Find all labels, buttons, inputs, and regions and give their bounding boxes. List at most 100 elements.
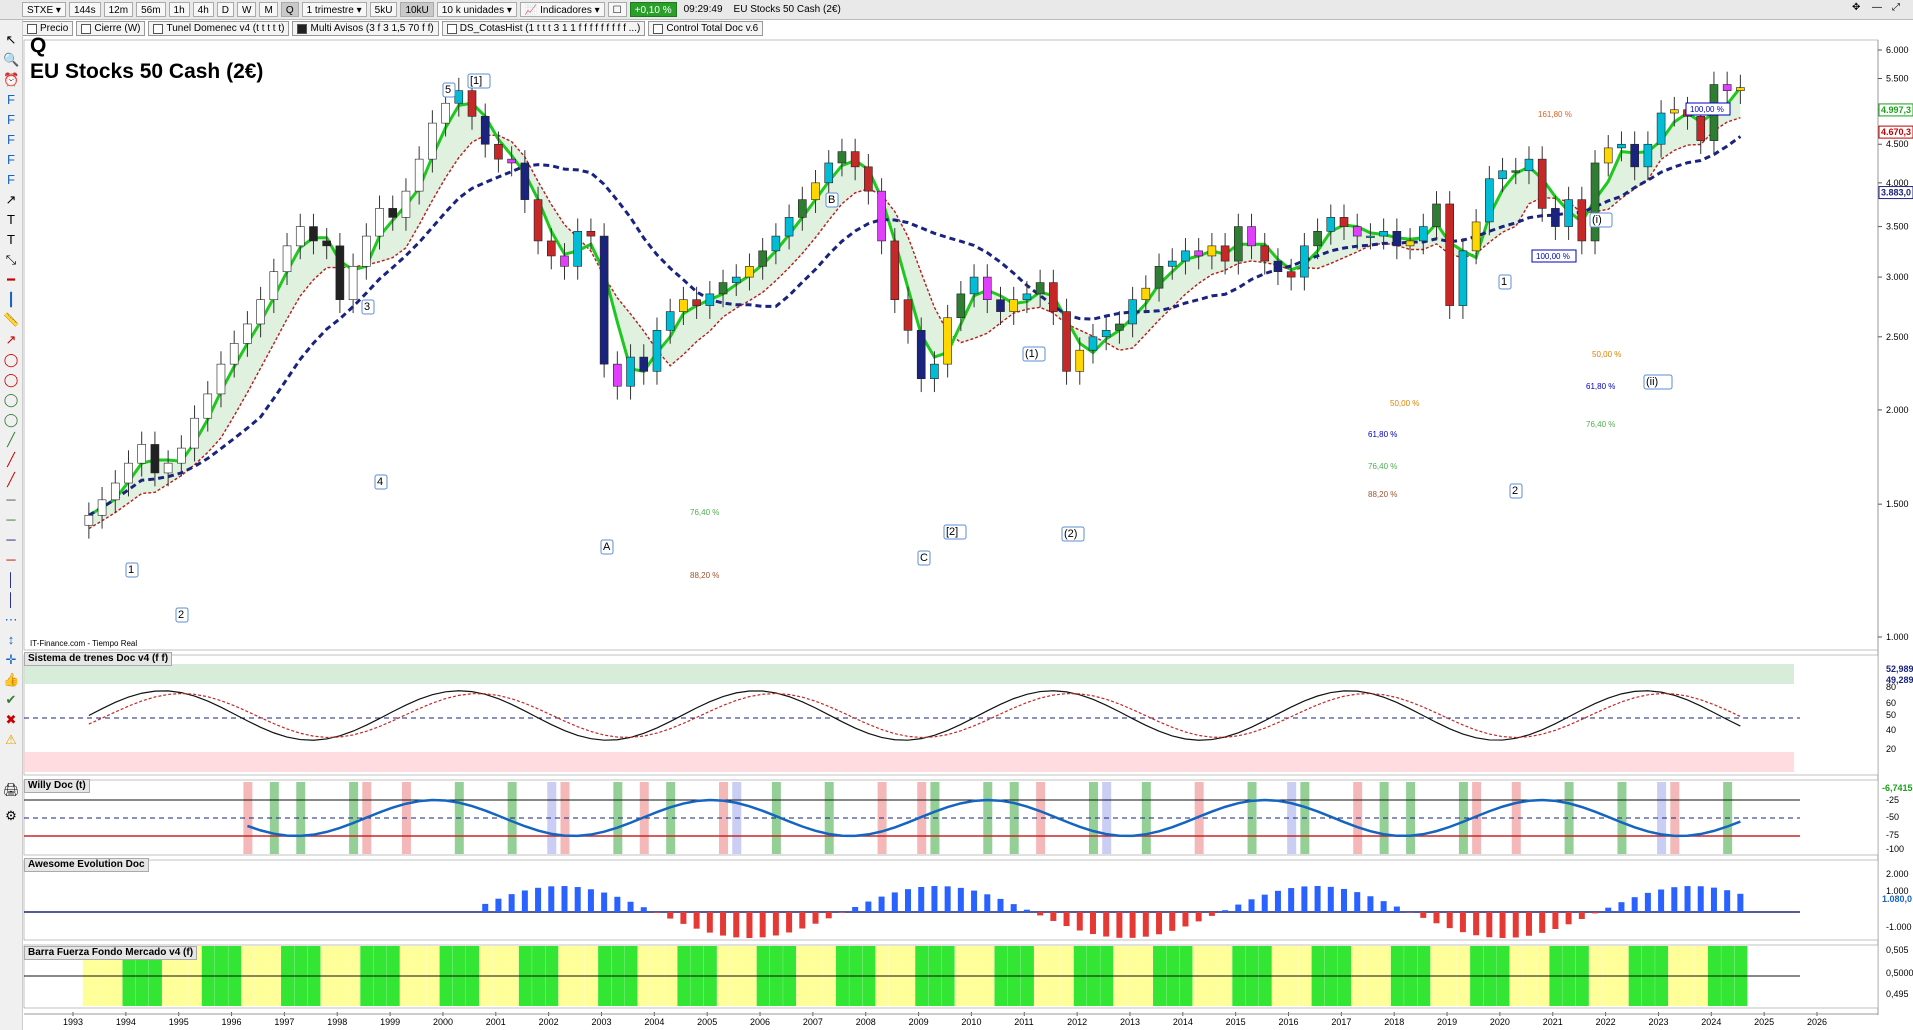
year-label: 1996 xyxy=(222,1017,242,1027)
year-label: 1995 xyxy=(169,1017,189,1027)
wave-label: (i) xyxy=(1592,214,1602,226)
text-box-icon[interactable]: T xyxy=(3,232,19,248)
cross-icon[interactable]: ✛ xyxy=(3,652,19,668)
barra-axis-label: 0,505 xyxy=(1886,945,1909,955)
print-icon[interactable]: 🖨 xyxy=(3,782,20,798)
thumb-up-icon[interactable]: 👍 xyxy=(3,672,19,688)
ellipse-green2-icon[interactable]: ◯ xyxy=(3,412,19,428)
minimize-icon[interactable]: — xyxy=(1872,2,1882,13)
line-icon[interactable]: ↗ xyxy=(3,192,19,208)
indicator-toggle[interactable]: Control Total Doc v.6 xyxy=(648,21,764,36)
fibonacci-ext-icon[interactable]: F xyxy=(3,172,19,188)
timeframe-56m[interactable]: 56m xyxy=(136,2,166,17)
indicators-button[interactable]: 📈 Indicadores ▾ xyxy=(519,2,605,17)
fibonacci-arc-icon[interactable]: F xyxy=(3,152,19,168)
units-10ku-button[interactable]: 10kU xyxy=(400,2,434,17)
pane-title-awesome[interactable]: Awesome Evolution Doc xyxy=(24,858,149,872)
timeframe-q[interactable]: Q xyxy=(280,2,299,17)
vline-blue-icon[interactable]: │ xyxy=(3,572,19,588)
ticker-select[interactable]: STXE ▾ xyxy=(22,2,66,17)
willy-axis-label: -75 xyxy=(1886,830,1899,840)
timeframe-1h[interactable]: 1h xyxy=(168,2,190,17)
pane-title-barra[interactable]: Barra Fuerza Fondo Mercado v4 (f) xyxy=(24,946,198,960)
candle-body xyxy=(877,190,886,242)
trend-up-icon[interactable]: ↗ xyxy=(3,332,19,348)
instrument-label: EU Stocks 50 Cash (2€) xyxy=(733,4,841,15)
awesome-bar xyxy=(1644,892,1651,912)
fibonacci-icon[interactable]: F xyxy=(3,92,19,108)
timeframe-144s[interactable]: 144s xyxy=(68,2,101,17)
willy-axis-label: -100 xyxy=(1886,844,1904,854)
close-icon[interactable]: ⤢ xyxy=(1892,2,1900,13)
cursor-icon[interactable]: ↖ xyxy=(3,32,19,48)
year-label: 2010 xyxy=(961,1017,981,1027)
vertical-line-icon[interactable]: ┃ xyxy=(3,292,19,308)
horizontal-line-icon[interactable]: ━ xyxy=(3,272,19,288)
period-select[interactable]: 1 trimestre ▾ xyxy=(301,2,367,17)
units-5ku-button[interactable]: 5kU xyxy=(369,2,398,17)
line-green-icon[interactable]: ╱ xyxy=(3,432,19,448)
year-label: 2000 xyxy=(433,1017,453,1027)
wave-label: 2 xyxy=(178,609,184,621)
hline-red-icon[interactable]: ─ xyxy=(3,552,19,568)
ellipse-green-icon[interactable]: ◯ xyxy=(3,392,19,408)
fibonacci-fan-icon[interactable]: F xyxy=(3,132,19,148)
candle-body xyxy=(362,235,371,267)
indicator-label: Multi Avisos (3 f 3 1,5 70 f f) xyxy=(310,23,434,34)
timeframe-w[interactable]: W xyxy=(237,2,257,17)
zoom-icon[interactable]: 🔍 xyxy=(3,52,19,68)
delete-icon[interactable]: ✖ xyxy=(3,712,19,728)
timeframe-d[interactable]: D xyxy=(216,2,235,17)
candle-body xyxy=(850,151,860,168)
ruler-icon[interactable]: 📏 xyxy=(3,312,19,328)
awesome-bar xyxy=(997,898,1004,912)
vline-blue2-icon[interactable]: │ xyxy=(3,592,19,608)
price-chart[interactable]: 200,00 %161,80 %100,00 %100,00 %76,40 %8… xyxy=(22,37,1913,1030)
check-icon[interactable]: ✔ xyxy=(3,692,19,708)
arrow-icon[interactable]: ↕ xyxy=(3,632,19,648)
pane-title-willy[interactable]: Willy Doc (t) xyxy=(24,779,90,793)
alarm-icon[interactable]: ⏰ xyxy=(3,72,19,88)
units-select[interactable]: 10 k unidades ▾ xyxy=(436,2,517,17)
indicator-checkbox[interactable] xyxy=(446,23,457,34)
period-icon[interactable]: ⋯ xyxy=(3,612,19,628)
fibonacci-time-icon[interactable]: F xyxy=(3,112,19,128)
pane-title-trenes[interactable]: Sistema de trenes Doc v4 (f f) xyxy=(24,652,173,666)
sub-panes xyxy=(23,654,1879,1009)
awesome-bar xyxy=(1288,888,1295,912)
indicator-checkbox[interactable] xyxy=(27,23,37,34)
candle-body xyxy=(1590,162,1600,242)
line-red2-icon[interactable]: ╱ xyxy=(3,472,19,488)
year-label: 2003 xyxy=(591,1017,611,1027)
indicator-checkbox[interactable] xyxy=(297,23,308,34)
indicator-checkbox[interactable] xyxy=(653,23,664,34)
year-label: 2013 xyxy=(1120,1017,1140,1027)
candle-body xyxy=(1326,217,1336,232)
timeframe-title: Q xyxy=(30,34,47,57)
chart-title: Q EU Stocks 50 Cash (2€) xyxy=(30,33,263,85)
hline-green-icon[interactable]: ─ xyxy=(3,512,19,528)
channel-icon[interactable]: ⤡ xyxy=(3,252,19,268)
indicator-checkbox[interactable] xyxy=(81,23,92,34)
window-settings-icon[interactable]: ✥ xyxy=(1852,2,1860,13)
warning-icon[interactable]: ⚠ xyxy=(3,732,19,748)
wave-label: (ii) xyxy=(1646,376,1658,388)
indicator-toggle[interactable]: DS_CotasHist (1 t t t 3 1 1 f f f f f f … xyxy=(441,21,646,36)
candle-body xyxy=(771,235,781,252)
settings-icon[interactable]: ⚙ xyxy=(3,808,19,824)
timeframe-4h[interactable]: 4h xyxy=(192,2,214,17)
hline-blue-icon[interactable]: ─ xyxy=(3,532,19,548)
text-icon[interactable]: T xyxy=(3,212,19,228)
awesome-bar xyxy=(1684,886,1691,912)
ellipse-icon[interactable]: ◯ xyxy=(3,352,19,368)
timeframe-m[interactable]: M xyxy=(259,2,278,17)
candle-body xyxy=(626,356,635,387)
ellipse-red-icon[interactable]: ◯ xyxy=(3,372,19,388)
line-red-icon[interactable]: ╱ xyxy=(3,452,19,468)
toggle-button[interactable]: ☐ xyxy=(607,2,627,17)
candle-body xyxy=(282,245,292,272)
fib-label: 161,80 % xyxy=(1538,110,1572,119)
timeframe-12m[interactable]: 12m xyxy=(103,2,134,17)
indicator-toggle[interactable]: Multi Avisos (3 f 3 1,5 70 f f) xyxy=(292,21,439,36)
indicator-checkbox[interactable] xyxy=(153,23,164,34)
